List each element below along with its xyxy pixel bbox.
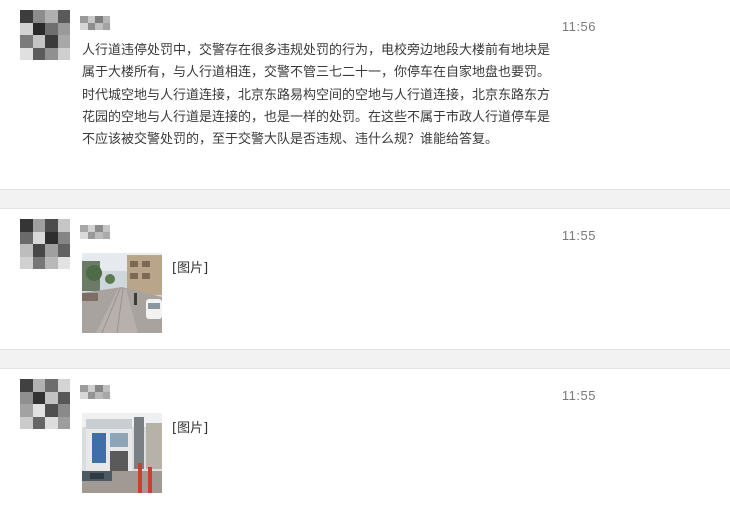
message-time: 11:55	[561, 388, 596, 403]
avatar[interactable]	[20, 379, 70, 429]
sender-name[interactable]	[80, 385, 110, 399]
image-placeholder-label: [图片]	[172, 421, 209, 436]
message-time: 11:55	[561, 228, 596, 243]
street-photo-thumbnail[interactable]	[82, 253, 162, 333]
sender-name[interactable]	[80, 225, 110, 239]
message-card: 11:56 人行道违停处罚中，交警存在很多违规处罚的行为，电校旁边地段大楼前有地…	[0, 0, 730, 190]
avatar[interactable]	[20, 10, 70, 60]
message-card: 11:55 [图片]	[0, 368, 730, 507]
message-text: 人行道违停处罚中，交警存在很多违规处罚的行为，电校旁边地段大楼前有地块是属于大楼…	[82, 43, 551, 148]
message-card: 11:55 [图片]	[0, 208, 730, 350]
avatar[interactable]	[20, 219, 70, 269]
sender-name[interactable]	[80, 16, 110, 30]
building-photo-thumbnail[interactable]	[82, 413, 162, 493]
message-time: 11:56	[561, 19, 596, 34]
image-placeholder-label: [图片]	[172, 261, 209, 276]
